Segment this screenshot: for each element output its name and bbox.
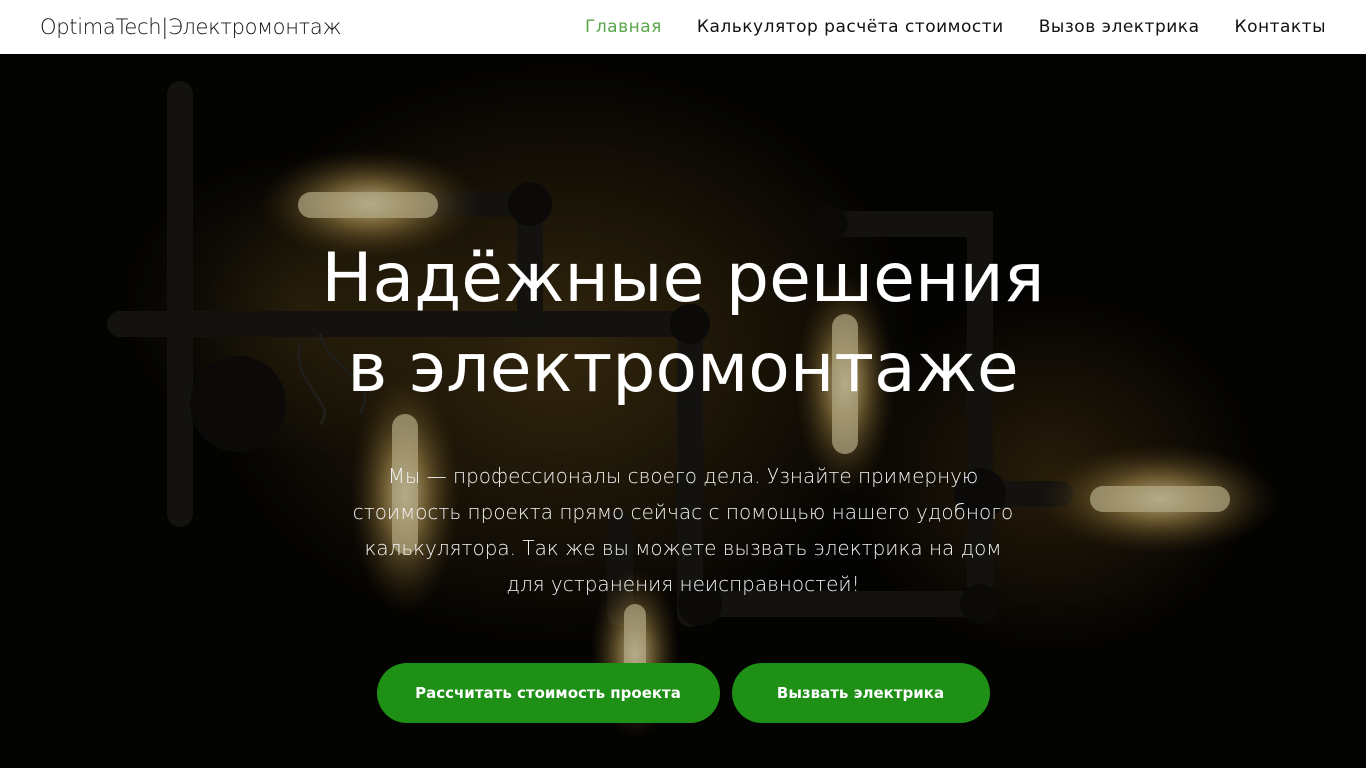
call-electrician-button[interactable]: Вызвать электрика: [731, 663, 990, 723]
hero-content: Надёжные решения в электромонтаже Мы — п…: [0, 54, 1366, 768]
main-nav: Главная Калькулятор расчёта стоимости Вы…: [585, 17, 1326, 37]
top-navbar: OptimaTech|Электромонтаж Главная Калькул…: [0, 0, 1366, 54]
nav-item-call-electrician[interactable]: Вызов электрика: [1039, 17, 1200, 37]
nav-item-contacts[interactable]: Контакты: [1235, 17, 1327, 37]
nav-item-home[interactable]: Главная: [585, 17, 662, 37]
hero-description: Мы — профессионалы своего дела. Узнайте …: [352, 464, 1014, 596]
hero-title: Надёжные решения в электромонтаже: [321, 239, 1045, 408]
nav-item-calculator[interactable]: Калькулятор расчёта стоимости: [697, 17, 1004, 37]
site-logo[interactable]: OptimaTech|Электромонтаж: [40, 15, 342, 39]
hero-section: Надёжные решения в электромонтаже Мы — п…: [0, 54, 1366, 768]
hero-buttons: Рассчитать стоимость проекта Вызвать эле…: [376, 663, 990, 723]
calculate-cost-button[interactable]: Рассчитать стоимость проекта: [376, 663, 720, 723]
